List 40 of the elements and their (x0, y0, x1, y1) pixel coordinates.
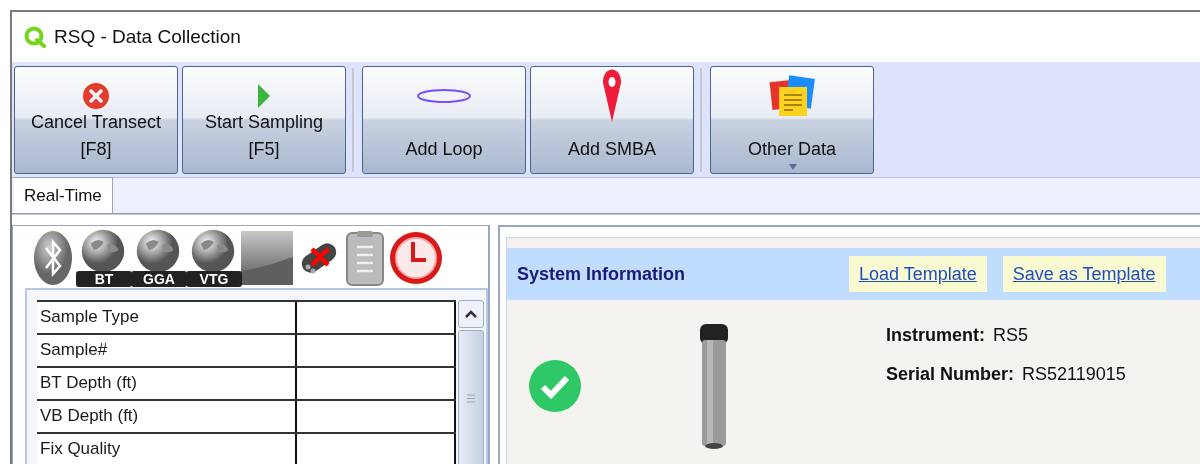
check-icon (529, 360, 581, 412)
table-cell: Sample# (37, 335, 297, 366)
tab[interactable]: Real-Time (14, 177, 113, 213)
toolbar-button[interactable]: Cancel Transect [F8] (14, 65, 178, 174)
globe-label: BT (76, 271, 132, 287)
field-label: Instrument: (886, 324, 985, 347)
table-cell: VB Depth (ft) (37, 401, 297, 432)
table-cell: Fix Quality (37, 434, 297, 464)
field-label: Serial Number: (886, 363, 1015, 386)
app-logo-icon (24, 26, 46, 48)
field-value: RS5 (993, 324, 1028, 347)
map-pin-icon (602, 68, 622, 123)
table-cell: Sample Type (37, 302, 297, 333)
field-value: RS52119015 (1022, 363, 1126, 386)
scrollbar[interactable] (458, 300, 484, 464)
signal-strength-icon (241, 231, 293, 285)
bluetooth-icon (33, 230, 73, 286)
template-link[interactable]: Load Template (849, 256, 987, 292)
scroll-grip-icon[interactable] (467, 394, 476, 403)
scroll-up-icon[interactable] (465, 310, 478, 318)
loop-icon (416, 87, 472, 104)
template-link[interactable]: Save as Template (1002, 256, 1166, 292)
window-title: RSQ - Data Collection (54, 24, 241, 49)
globe-icon (136, 229, 180, 273)
cancel-icon (82, 81, 110, 110)
toolbar-button[interactable]: Add SMBA (530, 65, 694, 174)
section-title: System Information (517, 262, 687, 286)
clock-icon (388, 230, 444, 286)
notes-icon (769, 74, 815, 117)
dropdown-caret-icon[interactable] (789, 163, 797, 170)
clipboard-icon (345, 230, 385, 286)
globe-icon (81, 229, 125, 273)
play-icon (257, 82, 271, 109)
toolbar-button[interactable]: Add Loop (362, 65, 526, 174)
toolbar-button[interactable]: Start Sampling [F5] (182, 65, 346, 174)
globe-label: GGA (131, 271, 187, 287)
globe-icon (191, 229, 235, 273)
toolbar-button[interactable]: Other Data (710, 65, 874, 174)
table-cell: BT Depth (ft) (37, 368, 297, 399)
globe-label: VTG (186, 271, 242, 287)
